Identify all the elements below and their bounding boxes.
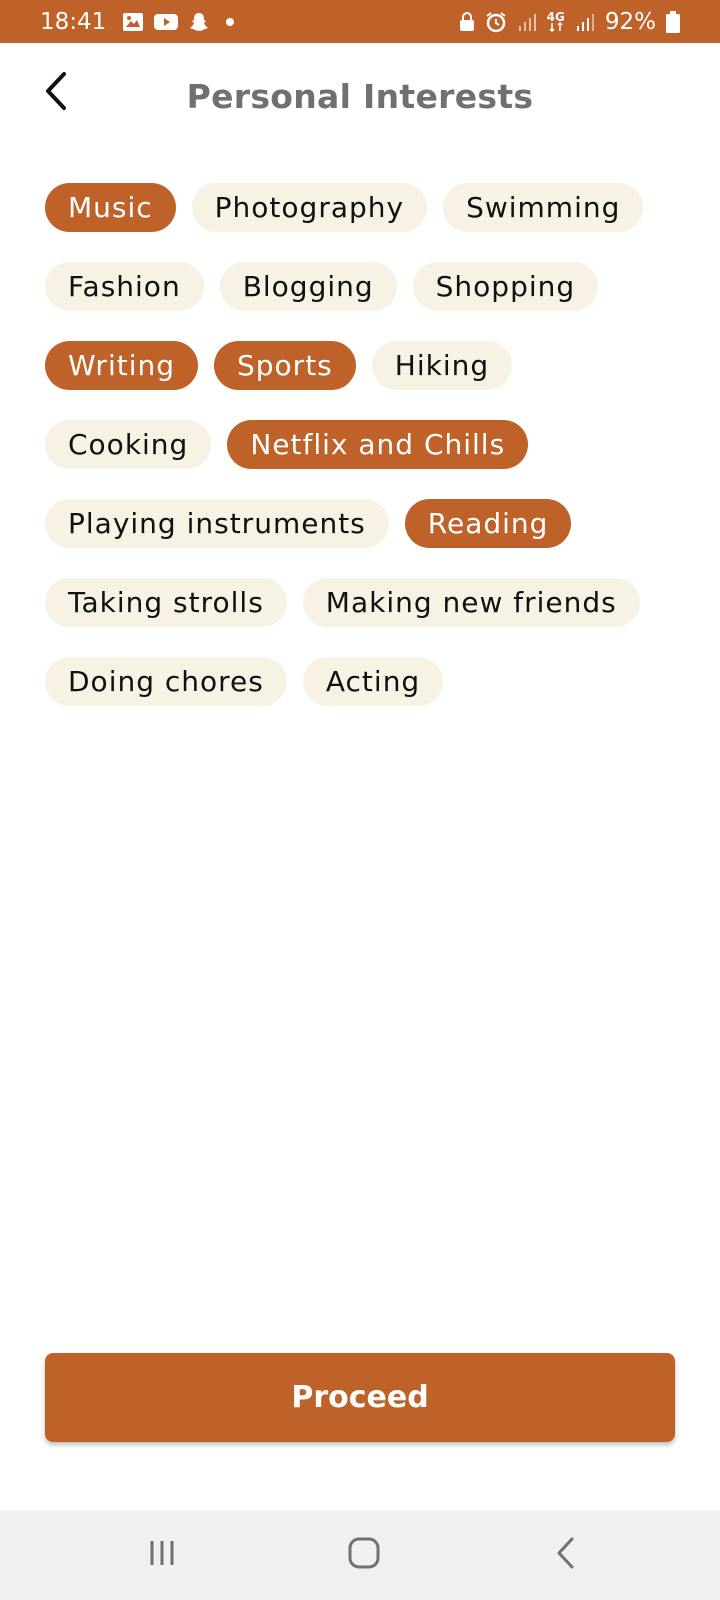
battery-percent: 92% [604,8,656,35]
status-left: 18:41 [40,8,235,35]
interest-chip-taking-strolls[interactable]: Taking strolls [45,578,287,627]
interest-chip-making-new-friends[interactable]: Making new friends [302,578,640,627]
snapchat-icon [188,11,210,33]
proceed-button[interactable]: Proceed [45,1353,675,1442]
interest-chip-music[interactable]: Music [45,183,176,232]
youtube-icon [154,13,179,31]
home-button[interactable] [334,1530,394,1580]
notification-dot-icon [226,17,235,26]
recent-apps-icon [147,1538,177,1572]
interest-chip-swimming[interactable]: Swimming [443,183,644,232]
interest-chip-sports[interactable]: Sports [214,341,356,390]
4g-icon: 4G [546,9,565,32]
lock-icon [459,11,475,32]
header: Personal Interests [0,43,720,158]
page-title: Personal Interests [186,77,534,116]
interest-chip-cooking[interactable]: Cooking [45,420,212,469]
signal-icon [575,12,595,32]
interest-chip-netflix-and-chills[interactable]: Netflix and Chills [227,420,529,469]
back-icon [554,1536,578,1574]
status-right: 4G 92% [459,9,680,35]
interest-chip-shopping[interactable]: Shopping [412,262,599,311]
interest-chip-hiking[interactable]: Hiking [371,341,513,390]
system-back-button[interactable] [536,1530,596,1580]
alarm-icon [485,11,507,33]
gallery-icon [122,12,144,32]
interest-chip-reading[interactable]: Reading [404,499,572,548]
interest-chip-photography[interactable]: Photography [191,183,428,232]
status-time: 18:41 [40,8,107,35]
signal-icon [517,12,537,32]
interest-chip-acting[interactable]: Acting [302,657,444,706]
home-icon [347,1536,381,1574]
battery-icon [666,10,680,33]
interest-chip-playing-instruments[interactable]: Playing instruments [45,499,389,548]
interest-chip-doing-chores[interactable]: Doing chores [45,657,287,706]
interest-chip-blogging[interactable]: Blogging [219,262,397,311]
network-label: 4G [546,9,565,24]
navigation-bar [0,1510,720,1600]
recent-apps-button[interactable] [132,1530,192,1580]
interest-chip-fashion[interactable]: Fashion [45,262,204,311]
interest-chip-writing[interactable]: Writing [45,341,198,390]
interest-chip-list: Music Photography Swimming Fashion Blogging S… [45,183,685,706]
status-bar: 18:41 4G 92% [0,0,720,43]
